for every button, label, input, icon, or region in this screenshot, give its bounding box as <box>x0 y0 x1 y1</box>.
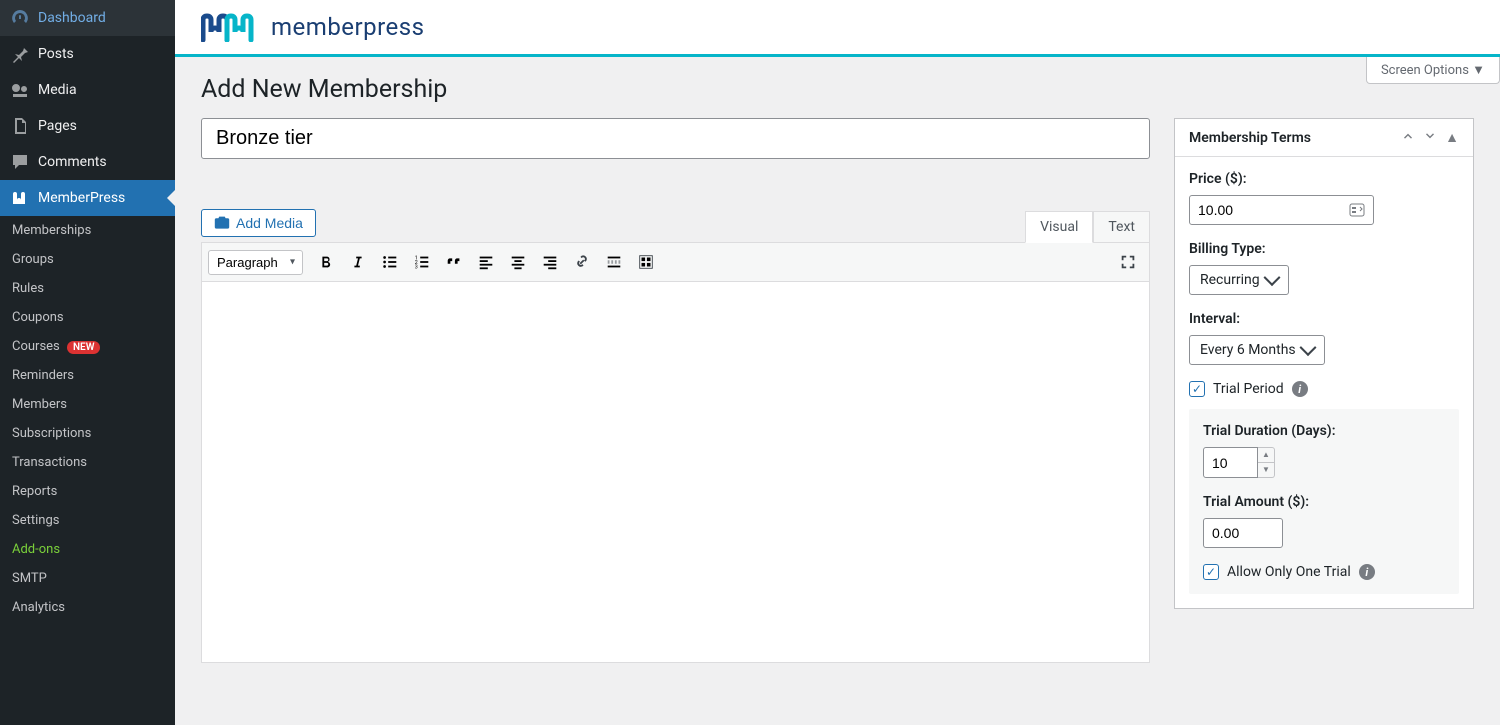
sidebar-item-pages[interactable]: Pages <box>0 108 175 144</box>
admin-sidebar: DashboardPostsMediaPagesCommentsMemberPr… <box>0 0 175 725</box>
sidebar-sub-members[interactable]: Members <box>0 390 175 419</box>
panel-up-icon[interactable] <box>1401 129 1415 146</box>
trial-amount-input[interactable] <box>1203 518 1283 548</box>
link-button[interactable] <box>567 247 597 277</box>
allow-one-trial-label: Allow Only One Trial <box>1227 564 1351 580</box>
allow-one-trial-checkbox[interactable]: ✓ <box>1203 564 1219 580</box>
new-badge: NEW <box>67 341 101 354</box>
price-input-wrap <box>1189 195 1374 225</box>
add-media-button[interactable]: Add Media <box>201 209 316 237</box>
sidebar-sub-coupons[interactable]: Coupons <box>0 303 175 332</box>
mp-icon <box>10 188 30 208</box>
main-area: memberpress Screen Options ▼ Add New Mem… <box>175 0 1500 725</box>
svg-text:3: 3 <box>415 264 418 270</box>
trial-period-label: Trial Period <box>1213 381 1284 397</box>
spinner-up[interactable]: ▲ <box>1258 448 1274 463</box>
comment-icon <box>10 152 30 172</box>
trial-settings-box: Trial Duration (Days): ▲ ▼ <box>1189 409 1459 594</box>
trial-period-checkbox[interactable]: ✓ <box>1189 381 1205 397</box>
align-center-button[interactable] <box>503 247 533 277</box>
interval-select[interactable]: Every 6 Months <box>1189 335 1325 365</box>
sidebar-sub-courses[interactable]: Courses NEW <box>0 332 175 361</box>
interval-label: Interval: <box>1189 311 1459 327</box>
sidebar-sub-groups[interactable]: Groups <box>0 245 175 274</box>
media-icon <box>10 80 30 100</box>
number-spinner: ▲ ▼ <box>1258 447 1275 478</box>
billing-type-label: Billing Type: <box>1189 241 1459 257</box>
fullscreen-button[interactable] <box>1113 247 1143 277</box>
price-label: Price ($): <box>1189 171 1459 187</box>
sidebar-sub-analytics[interactable]: Analytics <box>0 593 175 622</box>
editor-toolbar: Paragraph 123 <box>202 243 1149 282</box>
brand-text: memberpress <box>271 13 425 41</box>
screen-options-toggle[interactable]: Screen Options ▼ <box>1366 57 1500 84</box>
trial-amount-label: Trial Amount ($): <box>1203 494 1445 510</box>
pin-icon <box>10 44 30 64</box>
billing-type-select[interactable]: Recurring <box>1189 265 1289 295</box>
tab-visual[interactable]: Visual <box>1025 211 1093 243</box>
sidebar-item-media[interactable]: Media <box>0 72 175 108</box>
sidebar-sub-smtp[interactable]: SMTP <box>0 564 175 593</box>
sidebar-sub-memberships[interactable]: Memberships <box>0 216 175 245</box>
panel-collapse-icon[interactable]: ▲ <box>1445 129 1459 146</box>
sidebar-item-dashboard[interactable]: Dashboard <box>0 0 175 36</box>
info-icon[interactable]: i <box>1359 564 1375 580</box>
sidebar-sub-subscriptions[interactable]: Subscriptions <box>0 419 175 448</box>
pages-icon <box>10 116 30 136</box>
bullet-list-button[interactable] <box>375 247 405 277</box>
bold-button[interactable] <box>311 247 341 277</box>
sidebar-sub-reports[interactable]: Reports <box>0 477 175 506</box>
membership-title-input[interactable] <box>201 118 1150 159</box>
trial-duration-input[interactable] <box>1203 447 1258 478</box>
editor-content[interactable] <box>202 282 1149 662</box>
italic-button[interactable] <box>343 247 373 277</box>
panel-title: Membership Terms <box>1189 130 1311 146</box>
membership-terms-panel: Membership Terms ▲ Price ($): <box>1174 118 1474 609</box>
price-input[interactable] <box>1198 202 1349 218</box>
readmore-button[interactable] <box>599 247 629 277</box>
toolbar-toggle-button[interactable] <box>631 247 661 277</box>
editor-tabs: Visual Text <box>201 211 1150 242</box>
sidebar-item-posts[interactable]: Posts <box>0 36 175 72</box>
numbered-list-button[interactable]: 123 <box>407 247 437 277</box>
page-title: Add New Membership <box>201 57 1474 118</box>
align-right-button[interactable] <box>535 247 565 277</box>
memberpress-logo-icon <box>201 12 257 42</box>
spinner-down[interactable]: ▼ <box>1258 463 1274 477</box>
panel-down-icon[interactable] <box>1423 129 1437 146</box>
tab-text[interactable]: Text <box>1093 211 1150 242</box>
brand-bar: memberpress <box>175 0 1500 57</box>
sidebar-sub-settings[interactable]: Settings <box>0 506 175 535</box>
sidebar-item-memberpress[interactable]: MemberPress <box>0 180 175 216</box>
dashboard-icon <box>10 8 30 28</box>
sidebar-sub-add-ons[interactable]: Add-ons <box>0 535 175 564</box>
info-icon[interactable]: i <box>1292 381 1308 397</box>
sidebar-sub-rules[interactable]: Rules <box>0 274 175 303</box>
editor: Paragraph 123 <box>201 242 1150 663</box>
align-left-button[interactable] <box>471 247 501 277</box>
camera-icon <box>214 215 230 231</box>
trial-duration-label: Trial Duration (Days): <box>1203 423 1445 439</box>
sidebar-sub-transactions[interactable]: Transactions <box>0 448 175 477</box>
format-select[interactable]: Paragraph <box>208 250 303 275</box>
stepper-icon[interactable] <box>1349 203 1365 217</box>
sidebar-item-comments[interactable]: Comments <box>0 144 175 180</box>
sidebar-sub-reminders[interactable]: Reminders <box>0 361 175 390</box>
blockquote-button[interactable] <box>439 247 469 277</box>
